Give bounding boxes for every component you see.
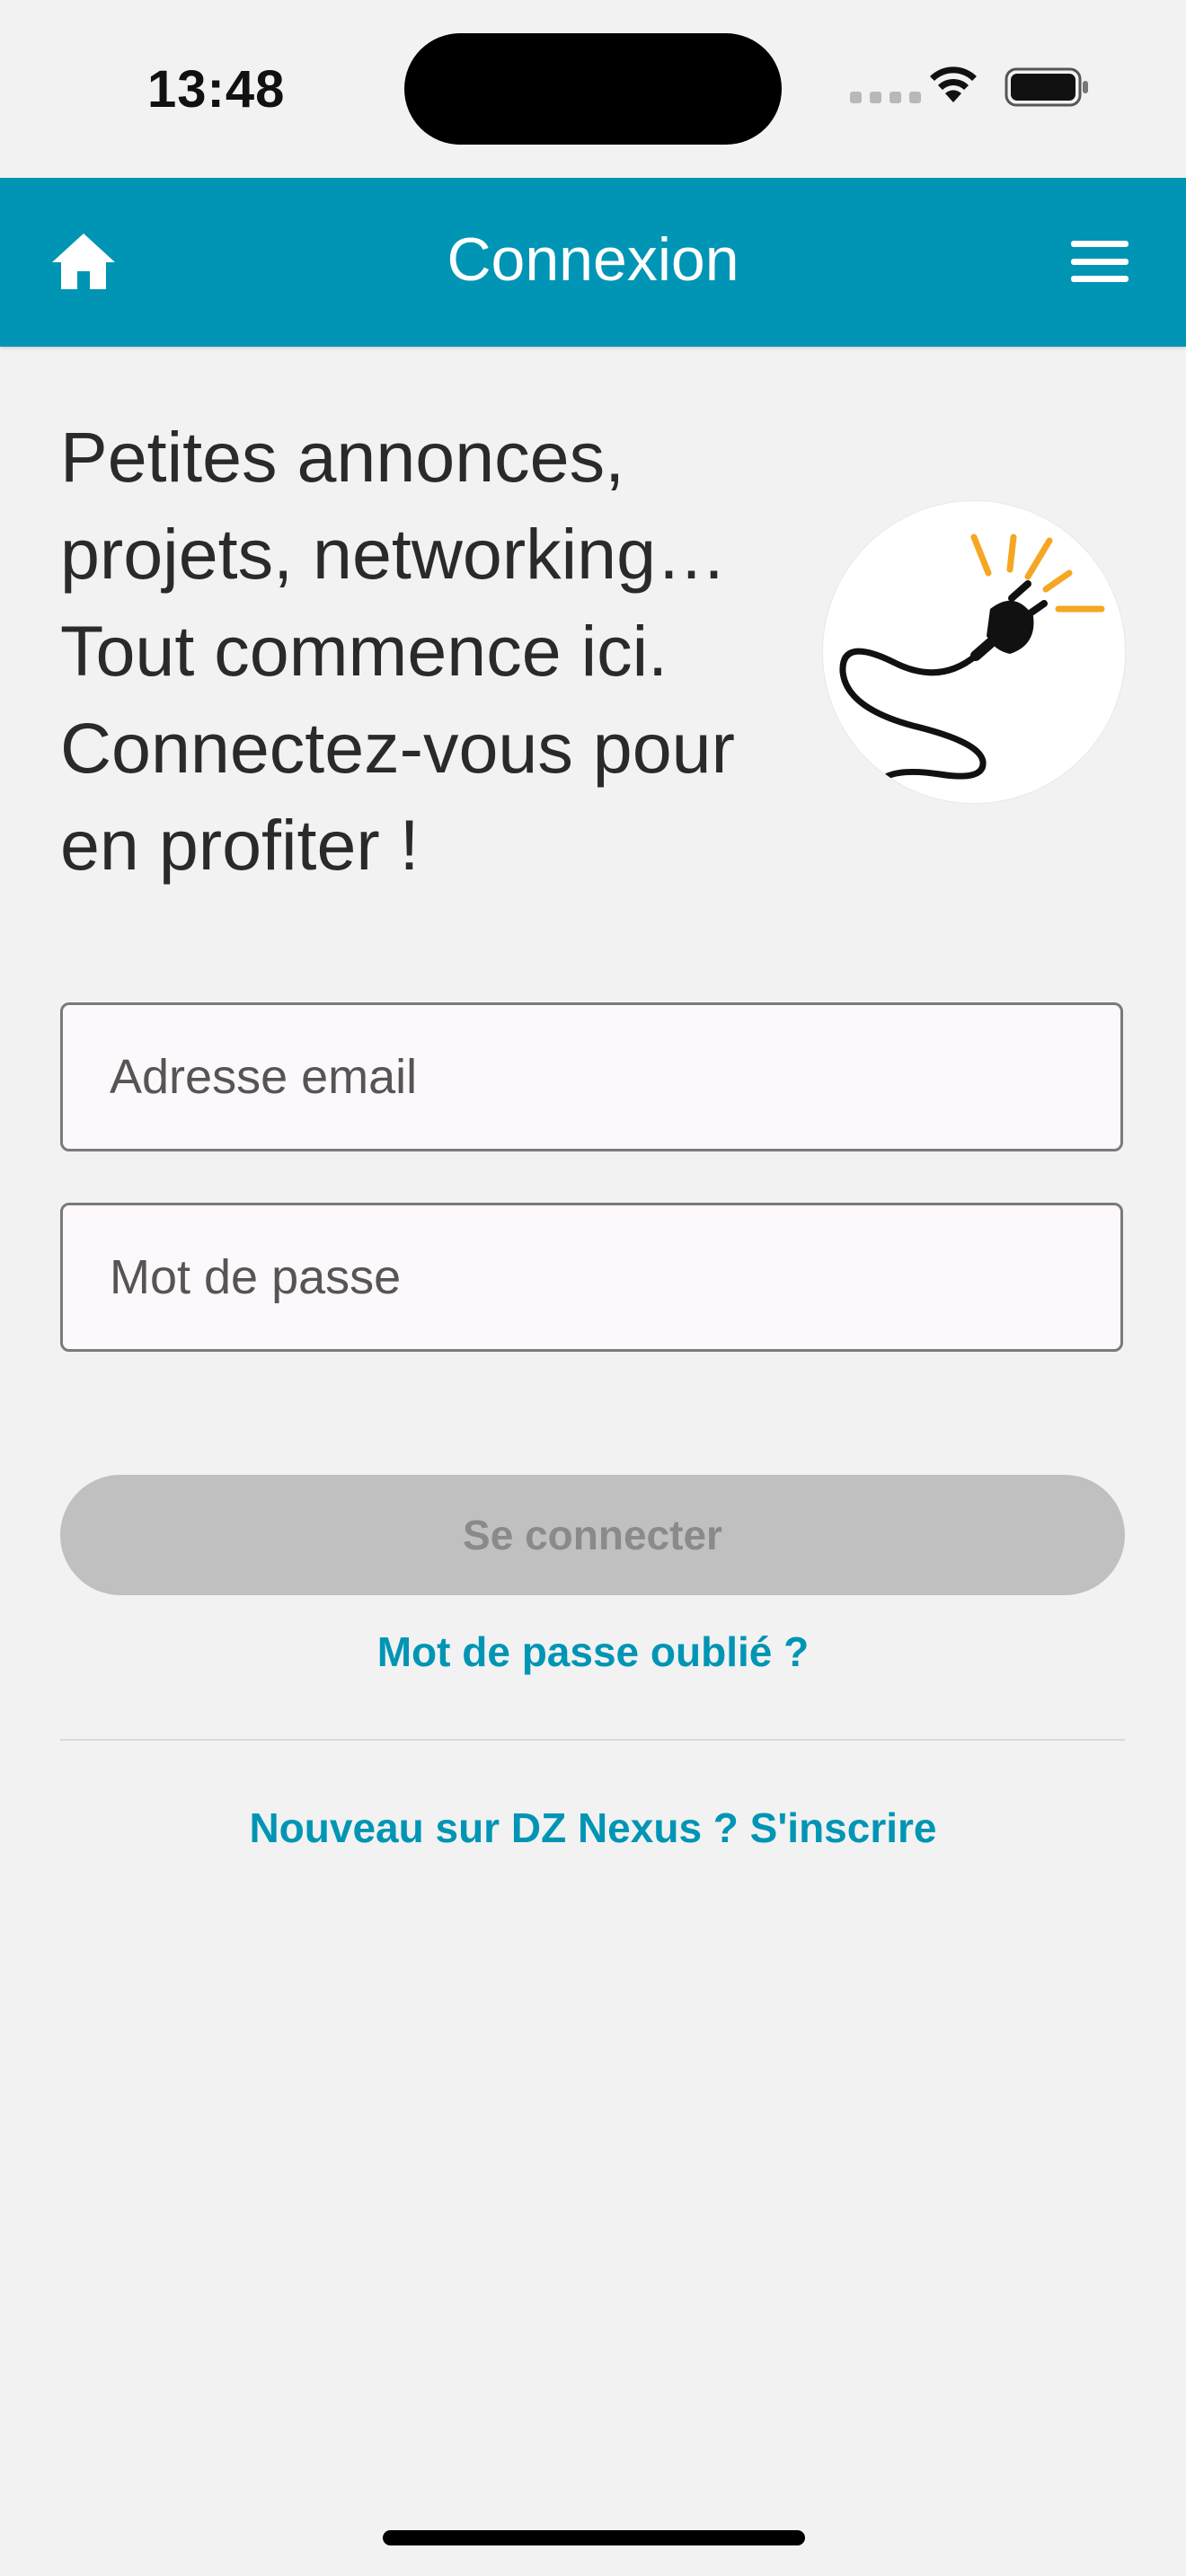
intro-line: projets, networking…: [60, 514, 728, 594]
intro-line: Tout commence ici.: [60, 611, 668, 691]
intro-line: Petites annonces,: [60, 417, 625, 497]
signup-link[interactable]: Nouveau sur DZ Nexus ? S'inscrire: [0, 1804, 1186, 1852]
password-field[interactable]: [60, 1203, 1123, 1352]
dynamic-island: [404, 33, 782, 145]
intro-line: en profiter !: [60, 805, 420, 885]
login-button[interactable]: Se connecter: [60, 1475, 1125, 1595]
home-indicator[interactable]: [383, 2530, 805, 2545]
forgot-password-link[interactable]: Mot de passe oublié ?: [0, 1628, 1186, 1676]
hamburger-menu-icon[interactable]: [1071, 241, 1128, 282]
intro-text: Petites annonces, projets, networking… T…: [60, 409, 815, 894]
status-bar: 13:48: [0, 0, 1186, 178]
cellular-signal-icon: [850, 92, 921, 103]
divider: [60, 1739, 1125, 1741]
intro-line: Connectez-vous pour: [60, 708, 735, 788]
page-title: Connexion: [447, 225, 739, 294]
battery-full-icon: [1005, 67, 1088, 107]
electric-plug-icon: [823, 501, 1125, 803]
email-field[interactable]: [60, 1002, 1123, 1151]
status-time: 13:48: [147, 60, 286, 119]
app-header: Connexion: [0, 178, 1186, 347]
wifi-icon: [930, 66, 977, 102]
